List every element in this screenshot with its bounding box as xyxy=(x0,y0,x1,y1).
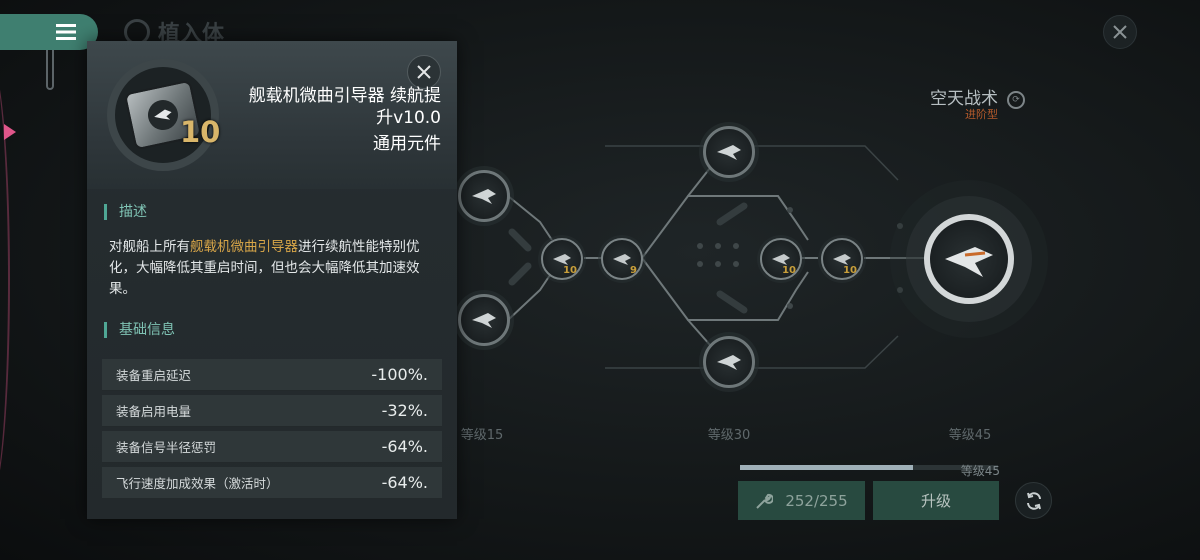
stat-label: 飞行速度加成效果（激活时） xyxy=(116,476,279,491)
stat-value: -64%. xyxy=(381,473,428,492)
node-level: 10 xyxy=(563,265,577,276)
node-level: 10 xyxy=(782,265,796,276)
fighter-icon xyxy=(717,355,741,370)
basic-info-header: 基础信息 xyxy=(104,322,175,338)
description-prefix: 对舰船上所有 xyxy=(109,239,190,255)
stat-value: -100%. xyxy=(371,365,428,384)
tree-node-small-1[interactable]: 10 xyxy=(541,238,583,280)
description-text: 对舰船上所有舰载机微曲引导器进行续航性能特别优化，大幅降低其重启时间，但也会大幅… xyxy=(109,237,439,300)
progress-level-label: 等级45 xyxy=(960,464,1000,478)
stat-row: 装备启用电量 -32%. xyxy=(102,395,442,427)
item-level: 10 xyxy=(180,115,221,149)
tree-node-small-3[interactable]: 10 xyxy=(760,238,802,280)
node-level: 10 xyxy=(843,265,857,276)
fighter-icon xyxy=(472,313,496,328)
refresh-icon xyxy=(1026,491,1041,510)
description-header: 描述 xyxy=(104,204,147,220)
chip-core xyxy=(145,97,181,133)
resource-count: 252/255 xyxy=(785,491,848,510)
stat-label: 装备启用电量 xyxy=(116,404,192,419)
popup-close-button[interactable] xyxy=(407,55,441,89)
upgrade-button[interactable]: 升级 xyxy=(873,481,999,520)
tree-node-upper-left[interactable] xyxy=(458,170,510,222)
tree-node-final[interactable] xyxy=(924,214,1014,304)
fighter-icon xyxy=(717,145,741,160)
module-icon xyxy=(772,254,790,265)
tree-node-bottom[interactable] xyxy=(703,336,755,388)
upgrade-progress-fill xyxy=(740,465,913,470)
stat-value: -64%. xyxy=(381,437,428,456)
item-title-line1: 舰载机微曲引导器 续航提 xyxy=(248,86,441,106)
stat-row: 飞行速度加成效果（激活时） -64%. xyxy=(102,467,442,499)
stat-label: 装备重启延迟 xyxy=(116,368,192,383)
fighter-icon xyxy=(472,189,496,204)
fighter-icon xyxy=(154,109,172,120)
popup-header: 10 舰载机微曲引导器 续航提 升v10.0 通用元件 xyxy=(87,41,457,189)
module-icon xyxy=(613,254,631,265)
upgrade-label: 升级 xyxy=(920,492,951,510)
tree-node-top[interactable] xyxy=(703,126,755,178)
module-icon xyxy=(833,254,851,265)
node-level: 9 xyxy=(630,265,637,276)
item-category: 通用元件 xyxy=(373,134,441,154)
description-highlight: 舰载机微曲引导器 xyxy=(190,239,298,255)
item-title-line2: 升v10.0 xyxy=(376,108,441,128)
tree-node-lower-left[interactable] xyxy=(458,294,510,346)
level-label-30: 等级30 xyxy=(707,428,751,443)
level-label-45: 等级45 xyxy=(948,428,992,443)
fighter-craft-icon xyxy=(945,247,993,277)
refresh-button[interactable] xyxy=(1015,482,1052,519)
item-detail-popup: 10 舰载机微曲引导器 续航提 升v10.0 通用元件 描述 对舰船上所有舰载机… xyxy=(87,41,457,519)
stat-value: -32%. xyxy=(381,401,428,420)
stat-row: 装备重启延迟 -100%. xyxy=(102,359,442,391)
resource-button[interactable]: 252/255 xyxy=(738,481,865,520)
wrench-icon xyxy=(756,493,774,509)
tree-node-small-4[interactable]: 10 xyxy=(821,238,863,280)
module-icon xyxy=(553,254,571,265)
stat-label: 装备信号半径惩罚 xyxy=(116,440,217,455)
stat-row: 装备信号半径惩罚 -64%. xyxy=(102,431,442,463)
close-icon xyxy=(417,65,431,79)
tree-node-small-2[interactable]: 9 xyxy=(601,238,643,280)
